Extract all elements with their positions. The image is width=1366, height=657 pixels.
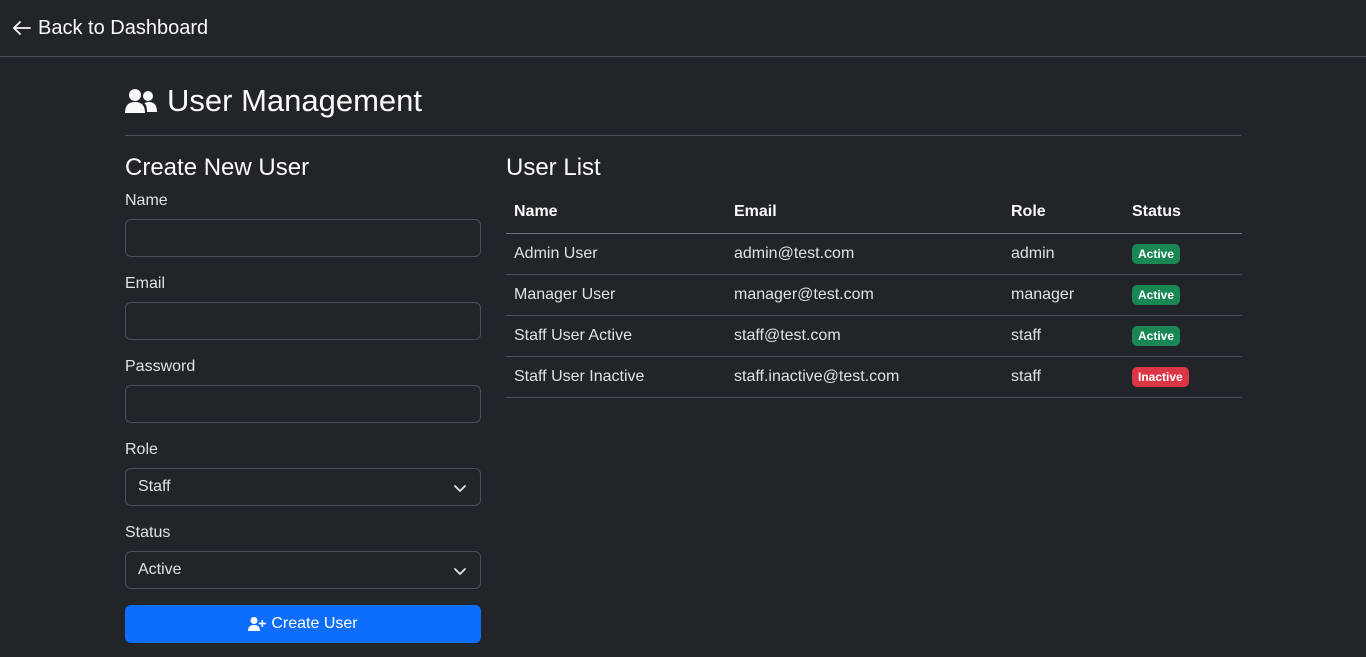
status-select-value: Active [138,561,182,578]
chevron-down-icon [454,485,466,492]
users-icon [125,89,157,113]
back-to-dashboard-link[interactable]: Back to Dashboard [12,17,208,40]
name-field[interactable] [125,219,481,257]
user-email-cell: manager@test.com [726,274,1003,316]
user-email-cell: staff@test.com [726,315,1003,357]
column-header-role: Role [1003,192,1124,234]
password-label: Password [125,358,196,375]
user-email-cell: staff.inactive@test.com [726,356,1003,398]
create-user-button[interactable]: Create User [125,605,481,643]
email-field[interactable] [125,302,481,340]
status-label: Status [125,524,171,541]
status-select[interactable]: Active [125,551,481,589]
user-role-cell: manager [1003,274,1124,316]
user-plus-icon [248,617,267,631]
status-badge: Active [1132,284,1181,305]
main-container: User Management Create New User Name Ema… [125,57,1242,643]
user-role-cell: staff [1003,315,1124,357]
user-email-cell: admin@test.com [726,233,1003,275]
role-label: Role [125,441,158,458]
create-user-label: Create User [271,615,358,632]
arrow-left-icon [13,21,31,35]
page-header: User Management [125,57,1241,136]
role-select[interactable]: Staff [125,468,481,506]
table-header-row: Name Email Role Status [506,192,1242,234]
user-table: Name Email Role Status Admin User admin@… [506,192,1242,398]
table-row: Admin User admin@test.com admin Active [506,233,1242,275]
top-bar: Back to Dashboard [0,0,1366,57]
role-select-value: Staff [138,478,171,495]
user-role-cell: staff [1003,356,1124,398]
table-row: Staff User Inactive staff.inactive@test.… [506,356,1242,398]
back-link-label: Back to Dashboard [38,16,209,39]
list-heading: User List [506,154,601,181]
email-label: Email [125,275,166,292]
column-header-name: Name [506,192,726,234]
table-row: Staff User Active staff@test.com staff A… [506,315,1242,357]
status-badge: Inactive [1132,366,1189,387]
user-role-cell: admin [1003,233,1124,275]
page-title: User Management [167,83,423,118]
status-badge: Active [1132,325,1181,346]
column-header-status: Status [1124,192,1242,234]
column-header-email: Email [726,192,1003,234]
table-row: Manager User manager@test.com manager Ac… [506,274,1242,316]
user-name-cell: Manager User [506,274,726,316]
password-field[interactable] [125,385,481,423]
create-user-form: Create New User Name Email Password Role… [125,154,481,643]
user-list-section: User List Name Email Role Status Admin U… [506,154,1242,643]
chevron-down-icon [454,568,466,575]
user-name-cell: Staff User Inactive [506,356,726,398]
user-name-cell: Admin User [506,233,726,275]
user-name-cell: Staff User Active [506,315,726,357]
name-label: Name [125,192,168,209]
form-heading: Create New User [125,154,310,181]
status-badge: Active [1132,243,1181,264]
